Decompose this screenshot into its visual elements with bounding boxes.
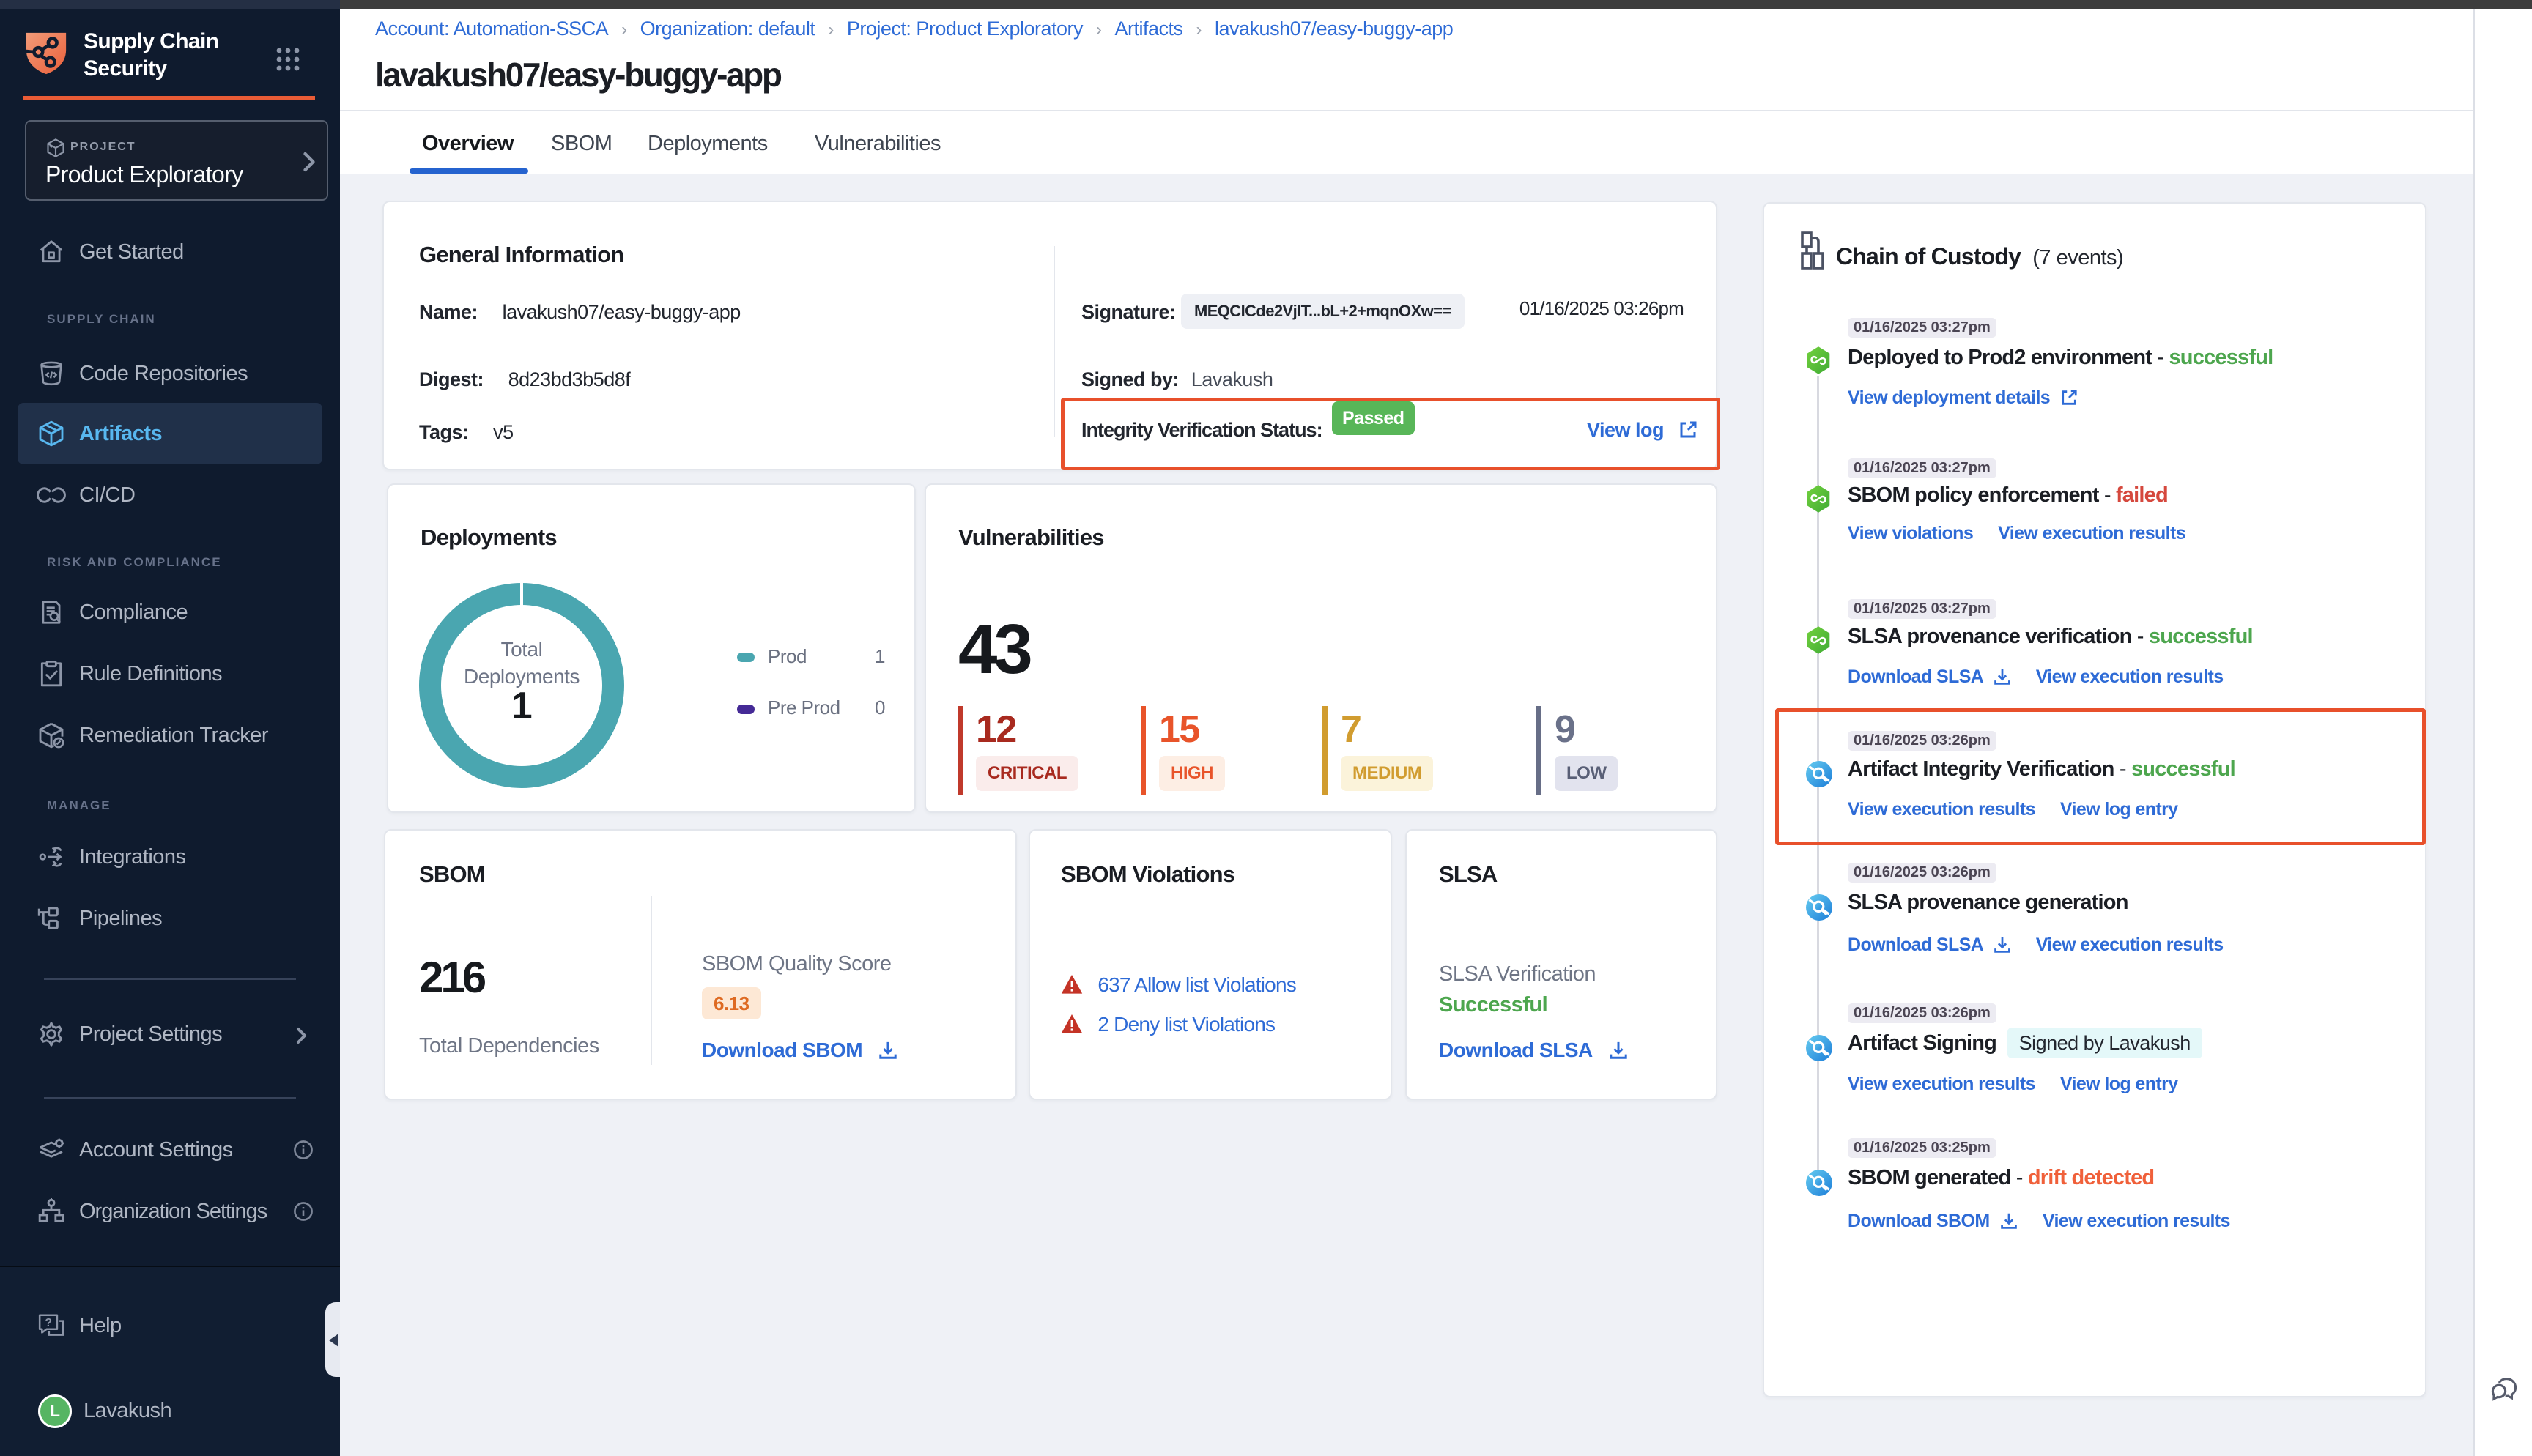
svg-text:?: ? <box>45 1317 51 1329</box>
